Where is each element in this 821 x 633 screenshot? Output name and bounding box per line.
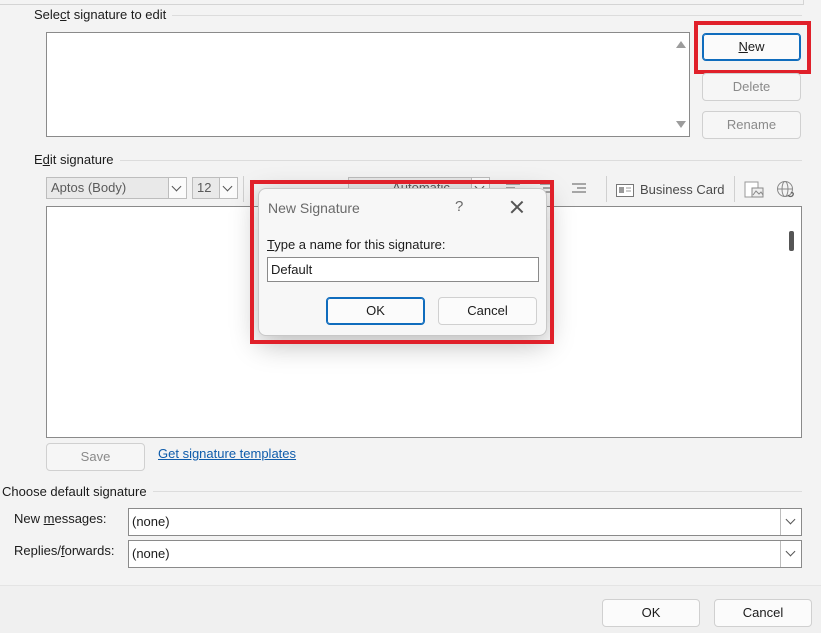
replies-forwards-label: Replies/forwards: <box>14 543 115 558</box>
font-size-value: 12 <box>197 180 212 195</box>
font-size-dropdown-arrow[interactable] <box>219 178 237 198</box>
insert-picture-icon[interactable] <box>744 179 764 201</box>
dialog-highlight <box>250 180 554 344</box>
toolbar-separator <box>243 176 244 202</box>
chevron-down-icon <box>222 181 233 192</box>
editor-scroll-thumb[interactable] <box>789 231 794 251</box>
get-signature-templates-link[interactable]: Get signature templates <box>158 446 296 461</box>
top-panel-border <box>0 0 804 5</box>
chevron-down-icon <box>785 546 796 557</box>
new-messages-value: (none) <box>132 514 170 529</box>
signature-list[interactable] <box>46 32 690 137</box>
new-messages-dropdown-arrow[interactable] <box>780 509 801 535</box>
font-name-combo[interactable]: Aptos (Body) <box>46 177 187 199</box>
edit-signature-label: Edit signature <box>34 152 120 167</box>
new-messages-select[interactable]: (none) <box>128 508 802 536</box>
chevron-down-icon <box>785 514 796 525</box>
business-card-label: Business Card <box>640 182 725 197</box>
replies-forwards-value: (none) <box>132 546 170 561</box>
select-signature-label: Select signature to edit <box>34 7 173 22</box>
new-button-highlight <box>694 21 811 74</box>
new-messages-label: New messages: <box>14 511 107 526</box>
scroll-down-arrow-icon[interactable] <box>676 121 686 128</box>
toolbar-separator <box>734 176 735 202</box>
align-right-icon[interactable] <box>572 183 586 195</box>
font-size-combo[interactable]: 12 <box>192 177 238 199</box>
chevron-down-icon <box>171 181 182 192</box>
font-dropdown-arrow[interactable] <box>168 178 186 198</box>
delete-signature-button[interactable]: Delete <box>702 73 801 101</box>
replies-forwards-select[interactable]: (none) <box>128 540 802 568</box>
toolbar-separator <box>606 176 607 202</box>
choose-default-signature-label: Choose default signature <box>2 484 153 499</box>
business-card-icon <box>616 184 634 197</box>
signature-list-scrollbar[interactable] <box>672 33 689 136</box>
font-name-value: Aptos (Body) <box>51 180 127 195</box>
rename-signature-button[interactable]: Rename <box>702 111 801 139</box>
editor-scrollbar[interactable] <box>781 207 801 437</box>
footer-ok-button[interactable]: OK <box>602 599 700 627</box>
scroll-up-arrow-icon[interactable] <box>676 41 686 48</box>
insert-hyperlink-icon[interactable] <box>776 180 796 200</box>
replies-forwards-dropdown-arrow[interactable] <box>780 541 801 567</box>
save-button[interactable]: Save <box>46 443 145 471</box>
edit-section-rule <box>34 160 802 161</box>
footer-cancel-button[interactable]: Cancel <box>714 599 812 627</box>
